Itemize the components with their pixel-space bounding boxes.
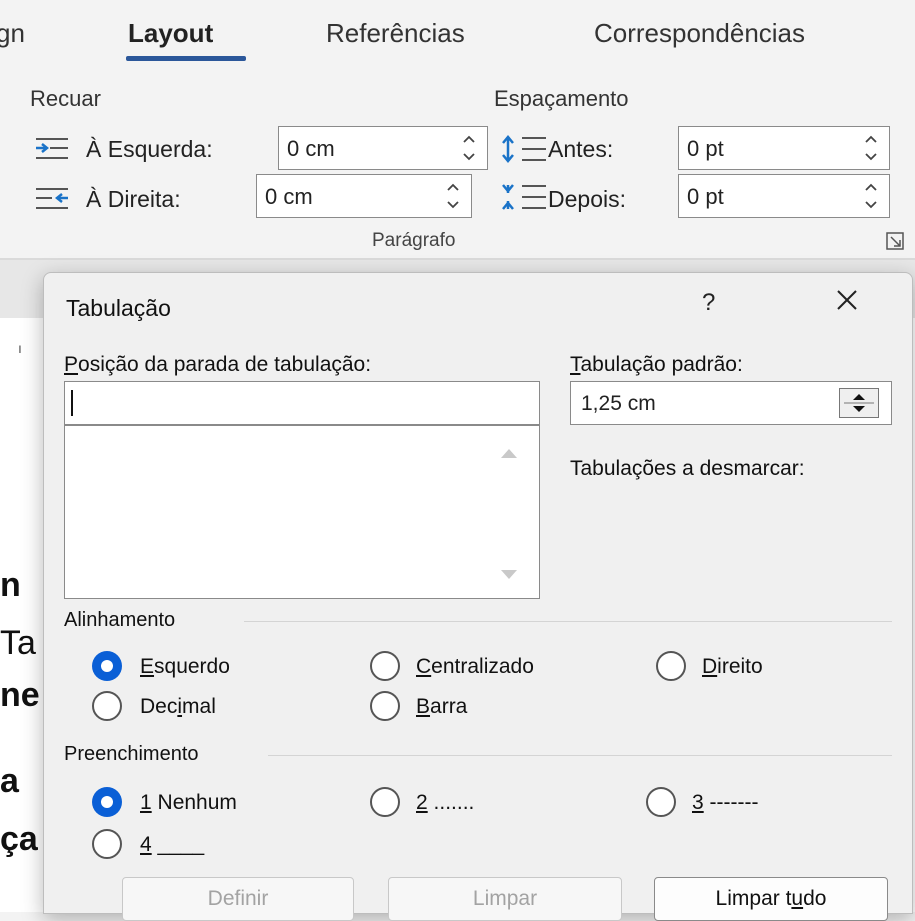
indent-left-spinner[interactable]: 0 cm <box>278 126 488 170</box>
spacing-before-label: Antes: <box>548 136 614 162</box>
alignment-group-label: Alinhamento <box>64 609 176 631</box>
spacing-before-value: 0 pt <box>687 136 724 161</box>
tab-referencias[interactable]: Referências <box>326 18 465 49</box>
espacamento-label: Espaçamento <box>494 86 629 111</box>
indent-right-label: À Direita: <box>86 186 181 212</box>
spinner-arrows-icon[interactable] <box>445 179 461 213</box>
scroll-down-icon[interactable] <box>499 568 519 582</box>
radio-leader-3-label: 3 ------- <box>692 791 759 814</box>
radio-leader-3[interactable] <box>646 787 676 817</box>
dialog-title: Tabulação <box>66 295 171 321</box>
label-text: osição da parada de tabulação: <box>78 353 372 376</box>
radio-leader-4-label: 4 ____ <box>140 833 205 856</box>
scroll-up-icon[interactable] <box>499 446 519 460</box>
radio-barra-label: Barra <box>416 695 468 718</box>
spacing-after-spinner[interactable]: 0 pt <box>678 174 890 218</box>
tabs-to-clear-label: Tabulações a desmarcar: <box>570 457 805 480</box>
tab-correspondencias[interactable]: Correspondências <box>594 18 805 49</box>
ruler-mark: ı <box>18 340 22 356</box>
doc-text-fragment: a <box>0 762 19 800</box>
definir-button[interactable]: Definir <box>122 877 354 921</box>
radio-leader-2[interactable] <box>370 787 400 817</box>
radio-barra[interactable] <box>370 691 400 721</box>
tab-layout[interactable]: Layout <box>128 18 213 49</box>
spinner-arrows-icon[interactable] <box>461 131 477 165</box>
indent-left-icon <box>36 138 68 159</box>
tabulacao-dialog: Tabulação ? Posição da parada de tabulaç… <box>43 272 913 921</box>
dialog-launcher-icon[interactable] <box>886 232 904 250</box>
accesskey: P <box>64 353 79 376</box>
recuar-label: Recuar <box>30 86 101 111</box>
default-tab-label: Tabulação padrão: <box>570 353 743 377</box>
leader-group-label: Preenchimento <box>64 743 199 765</box>
radio-esquerdo[interactable] <box>92 651 122 681</box>
ribbon: gn Layout Referências Correspondências R… <box>0 0 915 260</box>
default-tab-value: 1,25 cm <box>581 392 656 415</box>
accesskey: T <box>570 353 581 376</box>
radio-leader-4[interactable] <box>92 829 122 859</box>
default-tab-spinner[interactable]: 1,25 cm <box>570 381 892 425</box>
radio-direito[interactable] <box>656 651 686 681</box>
radio-esquerdo-label: Esquerdo <box>140 655 230 678</box>
group-divider <box>268 755 892 756</box>
group-divider <box>244 621 892 622</box>
radio-decimal-label: Decimal <box>140 695 216 718</box>
limpar-button[interactable]: Limpar <box>388 877 622 921</box>
tab-design[interactable]: gn <box>0 18 25 49</box>
indent-left-label: À Esquerda: <box>86 136 213 162</box>
spacing-before-spinner[interactable]: 0 pt <box>678 126 890 170</box>
text-caret <box>71 390 73 416</box>
tab-stops-list[interactable] <box>64 425 540 599</box>
tab-stop-position-input[interactable] <box>64 381 540 425</box>
doc-text-fragment: ça <box>0 820 38 858</box>
doc-text-fragment: ne <box>0 676 40 714</box>
radio-leader-1-label: 1 Nenhum <box>140 791 237 814</box>
spacing-after-value: 0 pt <box>687 184 724 209</box>
radio-direito-label: Direito <box>702 655 763 678</box>
radio-decimal[interactable] <box>92 691 122 721</box>
spinner-arrows-icon[interactable] <box>863 131 879 165</box>
radio-leader-1[interactable] <box>92 787 122 817</box>
spin-up-down-icon[interactable] <box>840 389 878 417</box>
spacing-after-label: Depois: <box>548 186 626 212</box>
indent-right-spinner[interactable]: 0 cm <box>256 174 472 218</box>
label-text: abulação padrão: <box>580 353 743 376</box>
active-tab-indicator <box>126 56 246 61</box>
radio-centralizado-label: Centralizado <box>416 655 534 678</box>
radio-centralizado[interactable] <box>370 651 400 681</box>
close-icon[interactable] <box>832 285 862 315</box>
indent-right-icon <box>36 188 68 209</box>
doc-text-fragment: n <box>0 566 21 604</box>
paragrafo-group-label: Parágrafo <box>372 230 456 251</box>
tab-stop-position-label: Posição da parada de tabulação: <box>64 353 371 377</box>
spacing-before-icon <box>502 135 546 163</box>
indent-left-value: 0 cm <box>287 136 335 161</box>
radio-leader-2-label: 2 ....... <box>416 791 475 814</box>
doc-text-fragment: Ta <box>0 624 36 662</box>
limpar-tudo-button[interactable]: Limpar tudo <box>654 877 888 921</box>
spacing-after-icon <box>502 184 546 210</box>
indent-right-value: 0 cm <box>265 184 313 209</box>
spinner-arrows-icon[interactable] <box>863 179 879 213</box>
help-button[interactable]: ? <box>702 289 715 317</box>
spin-buttons[interactable] <box>839 388 879 418</box>
